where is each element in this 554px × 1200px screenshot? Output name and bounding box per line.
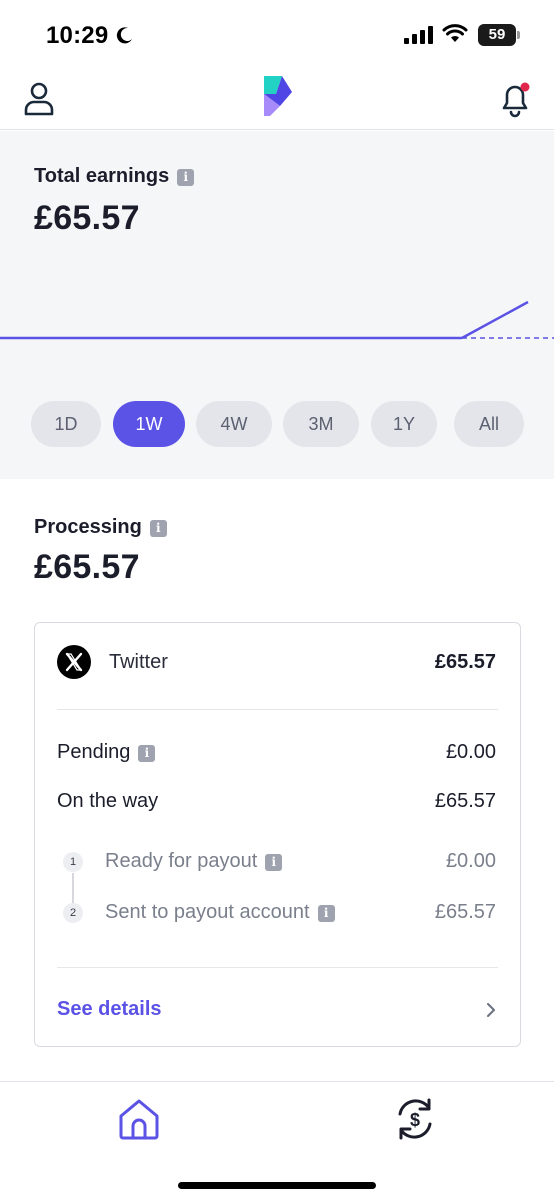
- chevron-right-icon[interactable]: [486, 1002, 496, 1018]
- x-logo-icon: [57, 645, 91, 679]
- moon-icon: [116, 27, 132, 44]
- earnings-title-text: Total earnings: [34, 165, 170, 187]
- pending-label-text: Pending: [57, 741, 131, 763]
- home-indicator: [178, 1182, 376, 1189]
- home-icon[interactable]: [116, 1096, 162, 1142]
- bell-icon[interactable]: [498, 80, 532, 118]
- notification-badge: [520, 82, 530, 92]
- sent-to-payout-text: Sent to payout account: [105, 901, 310, 923]
- chart-rise-line: [461, 300, 529, 340]
- on-the-way-label: On the way: [57, 790, 159, 812]
- info-icon[interactable]: i: [177, 169, 195, 186]
- info-icon[interactable]: i: [265, 854, 283, 871]
- total-earnings-amount: £65.57: [34, 199, 140, 237]
- sent-to-payout-value: £65.57: [434, 901, 496, 923]
- on-the-way-value: £65.57: [434, 790, 496, 812]
- svg-text:$: $: [410, 1110, 420, 1130]
- source-name: Twitter: [109, 651, 168, 673]
- range-4w-button[interactable]: 4W: [196, 401, 272, 447]
- ready-for-payout-label: Ready for payout i: [105, 850, 283, 873]
- time-range-selector: 1D 1W 4W 3M 1Y All: [31, 401, 525, 447]
- step-connector: [72, 873, 74, 906]
- range-1y-button[interactable]: 1Y: [371, 401, 437, 447]
- earnings-title: Total earnings i: [34, 165, 195, 188]
- processing-amount: £65.57: [34, 548, 140, 586]
- step-number-badge: 1: [63, 852, 83, 872]
- info-icon[interactable]: i: [149, 520, 167, 537]
- app-header: [0, 72, 554, 130]
- step-number-badge: 2: [63, 903, 83, 923]
- payout-card: Twitter £65.57 Pending i £0.00 On the way…: [34, 622, 521, 1047]
- status-time: 10:29: [46, 22, 109, 49]
- range-all-button[interactable]: All: [454, 401, 524, 447]
- see-details-link[interactable]: See details: [57, 998, 162, 1021]
- status-bar: 10:29 59: [0, 0, 554, 72]
- wifi-icon: [442, 24, 468, 42]
- pending-label: Pending i: [57, 741, 156, 764]
- processing-title: Processing i: [34, 516, 167, 539]
- battery-tip: [517, 31, 520, 39]
- divider: [57, 967, 498, 968]
- sent-to-payout-label: Sent to payout account i: [105, 901, 335, 924]
- range-1d-button[interactable]: 1D: [31, 401, 101, 447]
- ready-for-payout-text: Ready for payout: [105, 850, 258, 872]
- battery-indicator: 59: [478, 24, 516, 46]
- cellular-signal-icon: [404, 26, 433, 44]
- currency-exchange-icon[interactable]: $: [392, 1096, 438, 1142]
- earnings-section: Total earnings i £65.57 1D 1W 4W 3M 1Y Al…: [0, 131, 554, 479]
- pending-value: £0.00: [445, 741, 496, 763]
- source-amount: £65.57: [434, 651, 496, 673]
- processing-title-text: Processing: [34, 516, 142, 538]
- earnings-chart: [0, 300, 554, 340]
- ready-for-payout-value: £0.00: [445, 850, 496, 872]
- range-1w-button[interactable]: 1W: [113, 401, 185, 447]
- person-icon[interactable]: [24, 82, 54, 116]
- info-icon[interactable]: i: [138, 745, 156, 762]
- range-3m-button[interactable]: 3M: [283, 401, 359, 447]
- info-icon[interactable]: i: [317, 905, 335, 922]
- bottom-tab-bar: $: [0, 1081, 554, 1200]
- divider: [57, 709, 498, 710]
- app-logo-icon: [264, 76, 292, 116]
